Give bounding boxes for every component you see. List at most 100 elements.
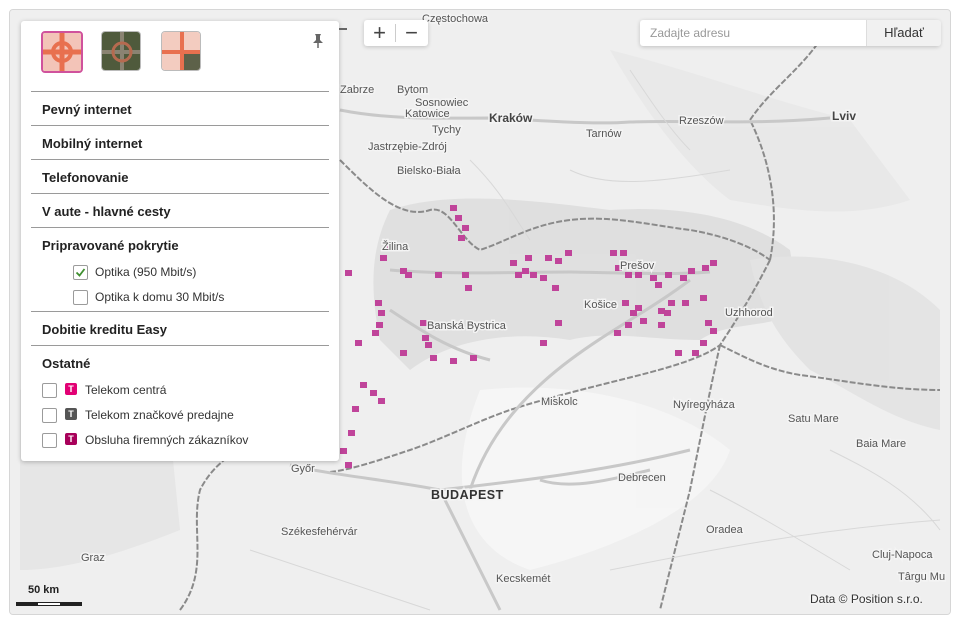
menu-easy-topup[interactable]: Dobitie kreditu Easy: [42, 322, 167, 337]
coverage-marker: [352, 406, 359, 412]
menu-mobile-internet[interactable]: Mobilný internet: [42, 136, 142, 151]
city-label: Székesfehérvár: [281, 526, 358, 538]
city-label: Lviv: [832, 109, 856, 123]
search-button[interactable]: Hľadať: [866, 20, 941, 46]
coverage-marker: [664, 310, 671, 316]
coverage-marker: [372, 330, 379, 336]
pin-icon[interactable]: [311, 33, 325, 49]
coverage-marker: [345, 462, 352, 468]
city-label: Zabrze: [340, 84, 374, 96]
city-label: Bielsko-Biała: [397, 165, 461, 177]
checkbox-fiber-home-30[interactable]: [73, 290, 88, 305]
divider: [31, 159, 329, 160]
divider: [31, 345, 329, 346]
menu-planned-coverage[interactable]: Pripravované pokrytie: [42, 238, 179, 253]
satellite-map-icon: [102, 32, 140, 70]
menu-calling[interactable]: Telefonovanie: [42, 170, 128, 185]
checkbox-fiber-950[interactable]: [73, 265, 88, 280]
city-label: Žilina: [382, 240, 409, 253]
address-search-input[interactable]: [640, 20, 866, 46]
coverage-marker: [625, 322, 632, 328]
coverage-marker: [658, 308, 665, 314]
coverage-marker: [370, 390, 377, 396]
zoom-out-shadow: [339, 28, 347, 30]
checkbox-business-service[interactable]: [42, 433, 57, 448]
coverage-marker: [640, 318, 647, 324]
coverage-marker: [702, 265, 709, 271]
city-label: Banská Bystrica: [427, 320, 507, 332]
city-label: Cluj-Napoca: [872, 549, 933, 561]
coverage-marker: [530, 272, 537, 278]
coverage-marker: [522, 268, 529, 274]
coverage-marker: [540, 340, 547, 346]
coverage-marker: [555, 320, 562, 326]
checkbox-telekom-brand-stores[interactable]: [42, 408, 57, 423]
option-label: Obsluha firemných zákazníkov: [85, 433, 249, 447]
coverage-marker: [688, 268, 695, 274]
city-label: Košice: [584, 299, 617, 311]
coverage-marker: [525, 255, 532, 261]
coverage-marker: [668, 300, 675, 306]
zoom-control: + −: [364, 20, 428, 46]
zoom-in-button[interactable]: +: [364, 20, 395, 46]
city-label: Bytom: [397, 84, 428, 96]
coverage-marker: [555, 258, 562, 264]
coverage-marker: [552, 285, 559, 291]
city-label: Kecskemét: [496, 573, 550, 585]
coverage-marker: [430, 355, 437, 361]
coverage-marker: [360, 382, 367, 388]
map-layer-thumb[interactable]: [41, 31, 83, 73]
layer-panel: Pevný internet Mobilný internet Telefono…: [21, 21, 339, 461]
coverage-marker: [658, 322, 665, 328]
coverage-marker: [700, 340, 707, 346]
coverage-marker: [610, 250, 617, 256]
city-label: Nyíregyháza: [673, 399, 736, 411]
coverage-marker: [675, 350, 682, 356]
scale-segment: [17, 603, 38, 605]
menu-other[interactable]: Ostatné: [42, 356, 90, 371]
coverage-marker: [348, 430, 355, 436]
telekom-store-icon: T: [65, 408, 77, 420]
city-label: Baia Mare: [856, 438, 906, 450]
city-label: Győr: [291, 463, 315, 475]
coverage-marker: [378, 398, 385, 404]
divider: [31, 193, 329, 194]
road-map-icon: [43, 33, 81, 71]
coverage-marker: [710, 260, 717, 266]
divider: [31, 227, 329, 228]
hybrid-layer-thumb[interactable]: [161, 31, 201, 71]
city-label: BUDAPEST: [431, 488, 504, 502]
zoom-out-button[interactable]: −: [396, 20, 427, 46]
map-attribution: Data © Position s.r.o.: [810, 592, 923, 606]
satellite-layer-thumb[interactable]: [101, 31, 141, 71]
menu-car-roads[interactable]: V aute - hlavné cesty: [42, 204, 171, 219]
coverage-marker: [405, 272, 412, 278]
coverage-marker: [622, 300, 629, 306]
coverage-marker: [422, 335, 429, 341]
coverage-marker: [625, 272, 632, 278]
city-label: Târgu Mu: [898, 571, 945, 583]
city-label: Tychy: [432, 124, 461, 136]
coverage-marker: [420, 320, 427, 326]
coverage-marker: [355, 340, 362, 346]
city-label: Debrecen: [618, 472, 666, 484]
city-label: Jastrzębie-Zdrój: [368, 141, 447, 153]
coverage-marker: [462, 225, 469, 231]
city-label: Katowice: [405, 108, 450, 120]
map-frame: Częstochowa Zabrze Bytom Sosnowiec Katow…: [9, 9, 951, 615]
city-label: Rzeszów: [679, 115, 724, 127]
city-label: Graz: [81, 552, 105, 564]
coverage-marker: [665, 272, 672, 278]
city-label: Satu Mare: [788, 413, 839, 425]
coverage-marker: [635, 305, 642, 311]
coverage-marker: [680, 275, 687, 281]
checkbox-telekom-centers[interactable]: [42, 383, 57, 398]
coverage-marker: [510, 260, 517, 266]
coverage-marker: [635, 272, 642, 278]
coverage-marker: [565, 250, 572, 256]
coverage-marker: [470, 355, 477, 361]
check-icon: [75, 268, 86, 277]
scale-ruler: [16, 602, 82, 606]
menu-fixed-internet[interactable]: Pevný internet: [42, 102, 132, 117]
coverage-marker: [655, 282, 662, 288]
